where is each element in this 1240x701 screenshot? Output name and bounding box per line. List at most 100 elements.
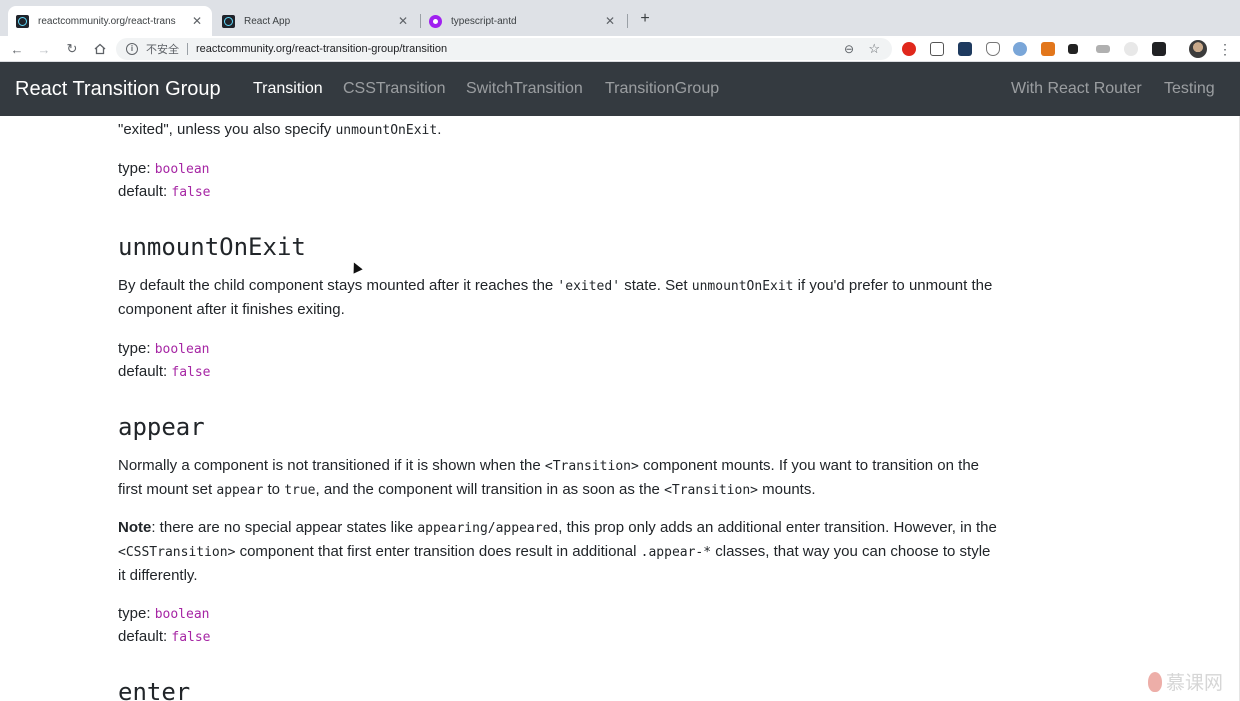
paragraph: Normally a component is not transitioned… <box>118 454 1118 502</box>
text: , this prop only adds an additional ente… <box>558 519 997 536</box>
info-icon[interactable]: i <box>126 43 138 55</box>
text: mounts. <box>757 481 816 498</box>
text: it differently. <box>118 567 198 584</box>
site-navbar: React Transition Group Transition CSSTra… <box>0 62 1240 116</box>
prop-default: default: false <box>118 625 1118 649</box>
nav-link-switchtransition[interactable]: SwitchTransition <box>466 80 583 98</box>
default-label: default: <box>118 628 172 645</box>
text: state. Set <box>620 277 692 294</box>
profile-avatar[interactable] <box>1189 40 1207 58</box>
text: component mounts. If you want to transit… <box>638 457 980 474</box>
doc-content: "exited", unless you also specify unmoun… <box>118 116 1118 701</box>
reload-button[interactable]: ↻ <box>63 40 81 58</box>
prop-heading-unmountonexit: unmountOnExit <box>118 233 306 261</box>
home-icon <box>94 43 106 55</box>
tab-label: React App <box>244 15 291 27</box>
default-label: default: <box>118 183 172 200</box>
type-label: type: <box>118 160 155 177</box>
browser-tab-strip: reactcommunity.org/react-trans ✕ React A… <box>0 0 1240 36</box>
new-tab-button[interactable]: + <box>636 10 654 28</box>
zoom-icon[interactable]: ⊖ <box>844 42 854 56</box>
code-inline: <Transition> <box>544 459 639 474</box>
text: Normally a component is not transitioned… <box>118 457 545 474</box>
divider <box>187 43 188 55</box>
code-inline: appearing/appeared <box>417 521 559 536</box>
close-icon[interactable]: ✕ <box>396 14 410 28</box>
default-value: false <box>171 185 211 200</box>
prop-default: default: false <box>118 180 1118 204</box>
close-icon[interactable]: ✕ <box>190 14 204 28</box>
prop-heading-enter: enter <box>118 678 191 701</box>
text: component that first enter transition do… <box>235 543 641 560</box>
type-value: boolean <box>154 162 210 177</box>
text: : there are no special appear states lik… <box>151 519 418 536</box>
tab-react-transition[interactable]: reactcommunity.org/react-trans ✕ <box>8 6 212 36</box>
cloud-extension-icon[interactable] <box>1096 45 1110 53</box>
pocket-extension-icon[interactable] <box>930 42 944 56</box>
default-value: false <box>171 630 211 645</box>
purple-circle-icon <box>429 14 442 28</box>
paragraph: By default the child component stays mou… <box>118 274 1118 321</box>
metamask-extension-icon[interactable] <box>1041 42 1055 56</box>
watermark-text: 慕课网 <box>1166 673 1224 694</box>
shield-extension-icon[interactable] <box>986 42 1000 56</box>
bookmark-star-icon[interactable]: ☆ <box>868 41 880 57</box>
address-bar[interactable]: i 不安全 reactcommunity.org/react-transitio… <box>116 38 892 60</box>
code-inline: appear <box>216 483 264 498</box>
text: to <box>263 481 285 498</box>
type-label: type: <box>118 340 155 357</box>
url-text[interactable]: reactcommunity.org/react-transition-grou… <box>196 43 447 55</box>
browser-toolbar: ← → ↻ i 不安全 reactcommunity.org/react-tra… <box>0 36 1240 62</box>
text: By default the child component stays mou… <box>118 277 558 294</box>
circle-extension-icon[interactable] <box>1124 42 1138 56</box>
site-brand[interactable]: React Transition Group <box>15 78 221 101</box>
code-inline: .appear-* <box>640 545 712 560</box>
text: first mount set <box>118 481 217 498</box>
arrow-right-icon: → <box>37 41 51 57</box>
security-label: 不安全 <box>146 44 179 56</box>
prop-type: type: boolean <box>118 337 1118 361</box>
text: classes, that way you can choose to styl… <box>711 543 991 560</box>
reload-icon: ↻ <box>66 41 78 56</box>
watermark-logo: 慕课网 <box>1148 668 1223 695</box>
dark-extension-icon[interactable] <box>1068 44 1078 54</box>
note-paragraph: Note: there are no special appear states… <box>118 516 1118 587</box>
code-inline: true <box>284 483 316 498</box>
code-inline: 'exited' <box>557 279 621 294</box>
tab-react-app[interactable]: React App ✕ <box>214 6 418 36</box>
text: , and the component will transition in a… <box>315 481 665 498</box>
nav-link-with-react-router[interactable]: With React Router <box>1011 80 1142 98</box>
forward-button[interactable]: → <box>35 40 53 58</box>
nav-link-testing[interactable]: Testing <box>1164 80 1215 98</box>
code-inline: unmountOnExit <box>335 123 438 138</box>
react-icon <box>16 14 29 28</box>
type-value: boolean <box>154 342 210 357</box>
prop-type: type: boolean <box>118 602 1118 626</box>
flame-icon <box>1148 671 1162 692</box>
text: "exited", unless you also specify <box>118 121 336 138</box>
prop-type: type: boolean <box>118 157 1118 181</box>
text: if you'd prefer to unmount the <box>793 277 993 294</box>
code-inline: <Transition> <box>664 483 758 498</box>
close-icon[interactable]: ✕ <box>603 14 617 28</box>
default-label: default: <box>118 363 172 380</box>
back-button[interactable]: ← <box>8 40 26 58</box>
arrow-left-icon: ← <box>10 41 24 57</box>
paragraph: "exited", unless you also specify unmoun… <box>118 118 1118 142</box>
home-button[interactable] <box>91 40 109 58</box>
tab-typescript-antd[interactable]: typescript-antd ✕ <box>421 6 625 36</box>
gamepad-extension-icon[interactable] <box>1152 42 1166 56</box>
nav-link-transitiongroup[interactable]: TransitionGroup <box>605 80 719 98</box>
tab-label: typescript-antd <box>451 15 517 27</box>
tab-label: reactcommunity.org/react-trans <box>38 15 176 27</box>
react-icon <box>222 14 235 28</box>
prop-default: default: false <box>118 360 1118 384</box>
more-menu-icon[interactable]: ⋮ <box>1218 40 1232 58</box>
text: . <box>437 121 442 138</box>
opera-extension-icon[interactable] <box>902 42 916 56</box>
type-label: type: <box>118 605 155 622</box>
react-devtools-extension-icon[interactable] <box>958 42 972 56</box>
globe-extension-icon[interactable] <box>1013 42 1027 56</box>
nav-link-transition[interactable]: Transition <box>253 80 323 98</box>
nav-link-csstransition[interactable]: CSSTransition <box>343 80 446 98</box>
